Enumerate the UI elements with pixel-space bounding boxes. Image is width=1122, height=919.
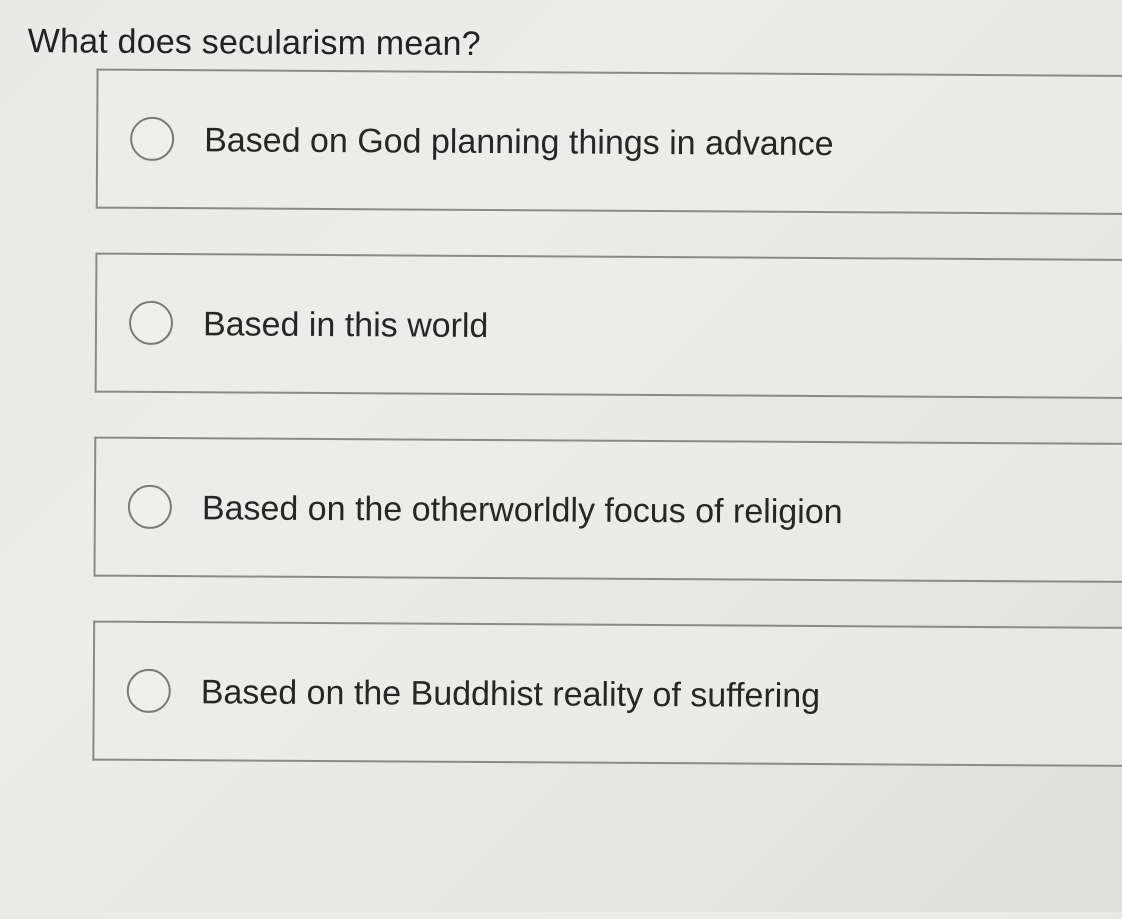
- answer-option-4[interactable]: Based on the Buddhist reality of sufferi…: [92, 620, 1122, 767]
- radio-button-4[interactable]: [126, 668, 171, 714]
- radio-button-1[interactable]: [130, 116, 175, 162]
- quiz-panel: What does secularism mean? Based on God …: [0, 0, 1122, 919]
- question-text: What does secularism mean?: [27, 22, 481, 63]
- answer-option-2[interactable]: Based in this world: [94, 252, 1122, 399]
- answer-label-2: Based in this world: [202, 305, 489, 345]
- answer-label-1: Based on God planning things in advance: [204, 121, 834, 164]
- radio-button-3[interactable]: [127, 484, 173, 530]
- answer-option-1[interactable]: Based on God planning things in advance: [95, 68, 1122, 215]
- answer-label-3: Based on the otherworldly focus of relig…: [201, 489, 843, 532]
- answer-options: Based on God planning things in advance …: [92, 68, 1122, 811]
- answer-option-3[interactable]: Based on the otherworldly focus of relig…: [93, 436, 1122, 583]
- radio-button-2[interactable]: [128, 300, 174, 346]
- answer-label-4: Based on the Buddhist reality of sufferi…: [200, 673, 821, 716]
